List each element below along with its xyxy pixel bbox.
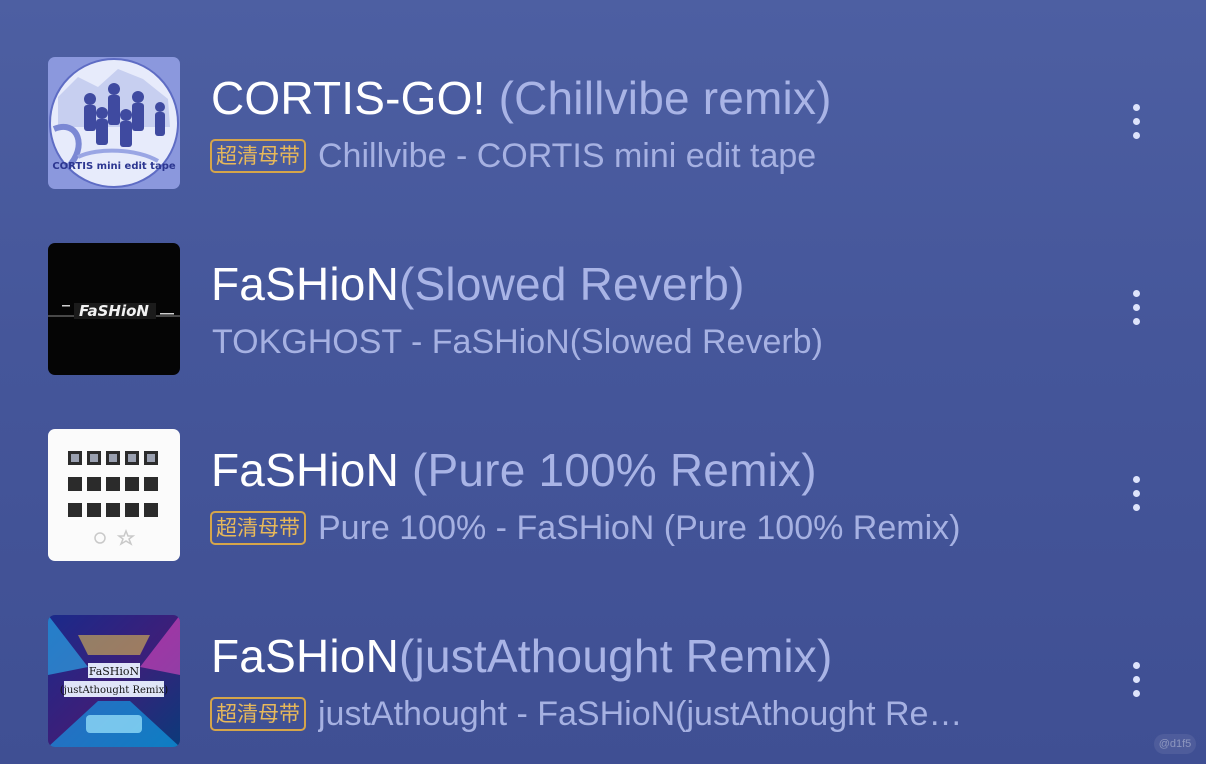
song-row[interactable]: FaSHioN FaSHioN(Slowed Reverb) TOKGHOST … — [0, 234, 1206, 384]
song-meta: 超清母带 Chillvibe - CORTIS mini edit tape — [210, 136, 816, 176]
song-title-main: FaSHioN — [211, 444, 400, 496]
song-title-version: (Chillvibe remix) — [485, 72, 832, 124]
album-cover — [48, 429, 180, 561]
hi-res-master-badge: 超清母带 — [210, 697, 306, 731]
album-cover: CORTIS mini edit tape — [48, 57, 180, 189]
song-title: FaSHioN(justAthought Remix) — [211, 628, 833, 684]
album-cover: FaSHioN (justAthought Remix) — [48, 615, 180, 747]
song-title: CORTIS-GO! (Chillvibe remix) — [211, 70, 832, 126]
watermark: @d1f5 — [1154, 734, 1196, 754]
album-cover: FaSHioN — [48, 243, 180, 375]
cover-text: FaSHioN — [89, 665, 140, 678]
song-artist-album: Pure 100% - FaSHioN (Pure 100% Remix) — [318, 509, 961, 547]
song-title-version: (Pure 100% Remix) — [399, 444, 817, 496]
hi-res-master-badge: 超清母带 — [210, 139, 306, 173]
song-title: FaSHioN (Pure 100% Remix) — [211, 442, 817, 498]
song-meta: 超清母带 Pure 100% - FaSHioN (Pure 100% Remi… — [210, 508, 960, 548]
hi-res-master-badge: 超清母带 — [210, 511, 306, 545]
song-row[interactable]: FaSHioN (justAthought Remix) FaSHioN(jus… — [0, 606, 1206, 756]
song-artist-album: TOKGHOST - FaSHioN(Slowed Reverb) — [212, 323, 823, 361]
song-artist-album: justAthought - FaSHioN(justAthought Remi… — [318, 695, 978, 733]
more-vertical-icon[interactable] — [1122, 97, 1152, 147]
song-meta: 超清母带 justAthought - FaSHioN(justAthought… — [210, 694, 978, 734]
cover-text: FaSHioN — [79, 302, 149, 320]
cover-text: CORTIS mini edit tape — [52, 161, 176, 172]
song-title-version: (Slowed Reverb) — [399, 258, 745, 310]
cover-text: (justAthought Remix) — [60, 685, 168, 696]
song-title-version: (justAthought Remix) — [399, 630, 833, 682]
song-row[interactable]: CORTIS mini edit tape CORTIS-GO! (Chillv… — [0, 48, 1206, 198]
song-row[interactable]: FaSHioN (Pure 100% Remix) 超清母带 Pure 100%… — [0, 420, 1206, 570]
song-title-main: FaSHioN — [211, 258, 400, 310]
more-vertical-icon[interactable] — [1122, 469, 1152, 519]
song-title-main: FaSHioN — [211, 630, 400, 682]
more-vertical-icon[interactable] — [1122, 655, 1152, 705]
song-title-main: CORTIS-GO! — [211, 72, 486, 124]
more-vertical-icon[interactable] — [1122, 283, 1152, 333]
song-meta: TOKGHOST - FaSHioN(Slowed Reverb) — [212, 322, 823, 362]
song-list: CORTIS mini edit tape CORTIS-GO! (Chillv… — [0, 0, 1206, 764]
song-title: FaSHioN(Slowed Reverb) — [211, 256, 745, 312]
song-artist-album: Chillvibe - CORTIS mini edit tape — [318, 137, 817, 175]
